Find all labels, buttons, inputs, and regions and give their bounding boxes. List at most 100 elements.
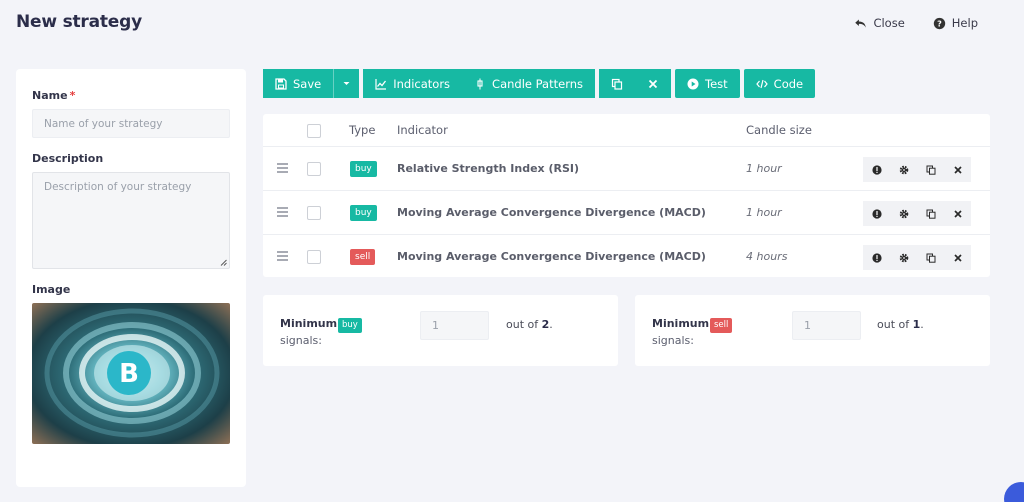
table-row: buy Moving Average Convergence Divergenc… <box>263 191 990 235</box>
copy-icon <box>611 78 623 90</box>
help-label: Help <box>951 16 978 30</box>
code-label: Code <box>773 76 804 91</box>
description-label: Description <box>32 152 104 165</box>
info-icon <box>871 164 882 175</box>
info-button[interactable] <box>863 245 890 270</box>
remove-button[interactable] <box>944 157 971 182</box>
signals-label: signals: <box>652 334 694 347</box>
settings-button[interactable] <box>890 157 917 182</box>
settings-button[interactable] <box>890 201 917 226</box>
help-circle-icon: ? <box>933 17 945 29</box>
close-icon <box>953 209 962 218</box>
out-of-text: out of 1. <box>877 318 924 331</box>
gear-icon <box>899 253 908 262</box>
save-dropdown-button[interactable] <box>334 69 360 98</box>
row-checkbox[interactable] <box>307 250 321 264</box>
description-textarea[interactable]: Description of your strategy <box>32 172 230 269</box>
close-button[interactable]: Close <box>854 16 905 30</box>
type-badge-buy: buy <box>350 205 377 221</box>
remove-button[interactable] <box>944 245 971 270</box>
candle-patterns-label: Candle Patterns <box>492 76 584 91</box>
indicator-name: Relative Strength Index (RSI) <box>397 162 580 175</box>
info-button[interactable] <box>863 201 890 226</box>
type-badge-sell: sell <box>350 249 376 265</box>
save-icon <box>275 77 287 90</box>
duplicate-button[interactable] <box>917 245 944 270</box>
svg-text:?: ? <box>937 18 942 28</box>
candle-size: 4 hours <box>746 250 788 263</box>
top-actions: Close ? Help <box>854 16 978 30</box>
row-checkbox[interactable] <box>307 162 321 176</box>
header-candle-size: Candle size <box>746 123 812 137</box>
close-icon <box>648 79 658 88</box>
sell-badge: sell <box>710 318 733 333</box>
header-indicator: Indicator <box>397 123 448 137</box>
duplicate-button[interactable] <box>917 157 944 182</box>
min-buy-signals-input[interactable]: 1 <box>420 311 489 340</box>
description-placeholder: Description of your strategy <box>44 181 192 193</box>
indicators-button[interactable]: Indicators <box>363 69 463 98</box>
save-button[interactable]: Save <box>263 69 334 98</box>
row-actions <box>863 157 971 182</box>
strategy-toolbar: Save Indicators Candle Patterns Test Cod… <box>263 69 816 98</box>
candle-patterns-button[interactable]: Candle Patterns <box>462 69 596 98</box>
gear-icon <box>899 165 908 174</box>
copy-icon <box>926 253 935 263</box>
copy-button[interactable] <box>599 69 636 98</box>
close-icon <box>953 253 962 262</box>
undo-icon <box>855 18 867 28</box>
candle-size: 1 hour <box>746 206 782 219</box>
candle-icon <box>477 78 483 89</box>
min-sell-signals-input[interactable]: 1 <box>792 311 861 340</box>
strategy-image[interactable]: B <box>32 303 230 444</box>
sell-signals-card: Minimum sell signals: 1 out of 1. <box>635 295 990 366</box>
signals-label: signals: <box>280 334 322 347</box>
delete-button[interactable] <box>635 69 672 98</box>
indicators-group: Indicators Candle Patterns <box>363 69 596 98</box>
play-icon <box>687 78 699 89</box>
indicator-name: Moving Average Convergence Divergence (M… <box>397 250 706 263</box>
indicators-table: Type Indicator Candle size buy Relative … <box>263 114 990 277</box>
table-header: Type Indicator Candle size <box>263 114 990 147</box>
bitcoin-whirlpool-image: B <box>32 303 230 444</box>
resize-grip-icon[interactable] <box>220 259 227 266</box>
row-actions <box>863 201 971 226</box>
close-label: Close <box>873 16 905 30</box>
svg-text:B: B <box>119 359 139 389</box>
drag-handle-icon[interactable] <box>277 163 288 175</box>
image-label: Image <box>32 283 71 296</box>
gear-icon <box>899 209 908 218</box>
header-type: Type <box>349 123 376 137</box>
minimum-label: Minimum <box>280 317 338 330</box>
code-icon <box>755 79 768 88</box>
save-group: Save <box>263 69 360 98</box>
type-badge-buy: buy <box>350 161 377 177</box>
test-button[interactable]: Test <box>675 69 740 98</box>
drag-handle-icon[interactable] <box>277 207 288 219</box>
save-label: Save <box>293 76 322 91</box>
chat-launcher-button[interactable] <box>1004 482 1024 502</box>
settings-button[interactable] <box>890 245 917 270</box>
page-title: New strategy <box>16 12 142 32</box>
duplicate-button[interactable] <box>917 201 944 226</box>
remove-button[interactable] <box>944 201 971 226</box>
candle-size: 1 hour <box>746 162 782 175</box>
info-button[interactable] <box>863 157 890 182</box>
select-all-checkbox[interactable] <box>307 124 321 138</box>
name-input[interactable]: Name of your strategy <box>32 109 230 138</box>
table-row: sell Moving Average Convergence Divergen… <box>263 235 990 279</box>
test-label: Test <box>705 76 728 91</box>
copy-icon <box>926 165 935 175</box>
row-checkbox[interactable] <box>307 206 321 220</box>
required-mark: * <box>69 89 76 102</box>
minimum-label: Minimum <box>652 317 710 330</box>
name-label: Name * <box>32 89 76 102</box>
code-button[interactable]: Code <box>743 69 816 98</box>
info-icon <box>871 208 882 219</box>
close-icon <box>953 165 962 174</box>
help-button[interactable]: ? Help <box>933 16 978 30</box>
buy-signals-card: Minimum buy signals: 1 out of 2. <box>263 295 618 366</box>
copy-icon <box>926 209 935 219</box>
drag-handle-icon[interactable] <box>277 251 288 263</box>
indicators-label: Indicators <box>393 76 451 91</box>
